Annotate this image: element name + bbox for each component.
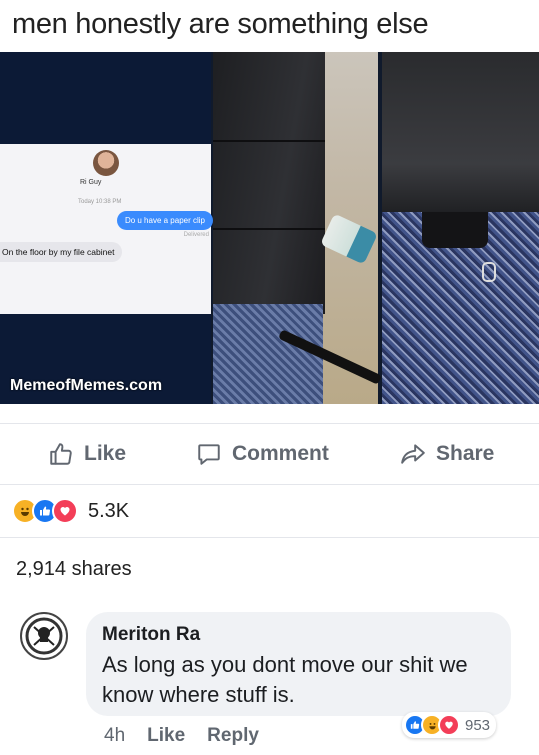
shares-row: 2,914 shares (0, 537, 539, 602)
chat-window: Ri Guy Today 10:38 PM Do u have a paper … (0, 144, 213, 314)
love-icon (52, 498, 78, 524)
comment-author[interactable]: Meriton Ra (102, 624, 200, 646)
skull-emblem-icon (25, 617, 63, 655)
love-icon (438, 714, 460, 736)
paperclip-photo-panel (382, 52, 539, 404)
share-arrow-icon (401, 444, 425, 464)
delivered-label: Delivered (183, 232, 209, 238)
chat-timestamp: Today 10:38 PM (78, 199, 122, 205)
comment-button[interactable]: Comment (196, 441, 329, 467)
drawer-line (213, 140, 325, 142)
cabinet-feet (422, 212, 488, 248)
reaction-count: 5.3K (88, 499, 130, 522)
post-caption: men honestly are something else (12, 8, 429, 40)
share-label: Share (436, 442, 495, 465)
outgoing-message: Do u have a paper clip (116, 211, 213, 230)
comment-bubble-icon (198, 444, 220, 465)
file-cabinet-closeup (382, 52, 539, 212)
chat-screenshot-panel: Ri Guy Today 10:38 PM Do u have a paper … (0, 52, 213, 404)
like-label: Like (84, 442, 127, 465)
comment-reaction-count: 953 (465, 716, 491, 734)
cabinet-photo-panel (213, 52, 382, 404)
reaction-summary[interactable]: 5.3K (12, 498, 129, 524)
share-button[interactable]: Share (400, 441, 494, 467)
paper-clip (482, 262, 496, 282)
comment-reaction-summary[interactable]: 953 (402, 712, 497, 738)
shares-count[interactable]: 2,914 shares (16, 558, 132, 581)
comment-text: As long as you dont move our shit we kno… (102, 652, 468, 707)
comment-meta: 4h Like Reply (104, 725, 259, 747)
thumbs-up-icon (50, 443, 72, 465)
bottle (320, 213, 378, 265)
comment-time[interactable]: 4h (104, 725, 125, 747)
post-action-bar: Like Comment Share (0, 423, 539, 485)
contact-name: Ri Guy (80, 179, 102, 186)
watermark: MemeofMemes.com (10, 377, 163, 394)
comment-label: Comment (232, 442, 329, 465)
drawer-line (213, 228, 325, 230)
post-image[interactable]: Ri Guy Today 10:38 PM Do u have a paper … (0, 52, 539, 404)
incoming-message: On the floor by my file cabinet (0, 242, 123, 262)
comment-reply-button[interactable]: Reply (207, 725, 259, 747)
comment-like-button[interactable]: Like (147, 725, 185, 747)
carpet (213, 304, 323, 404)
contact-avatar (93, 150, 119, 176)
comment-bubble: Meriton Ra As long as you dont move our … (86, 612, 511, 716)
like-button[interactable]: Like (48, 441, 126, 467)
commenter-avatar[interactable] (20, 612, 68, 660)
file-cabinet (213, 52, 325, 314)
